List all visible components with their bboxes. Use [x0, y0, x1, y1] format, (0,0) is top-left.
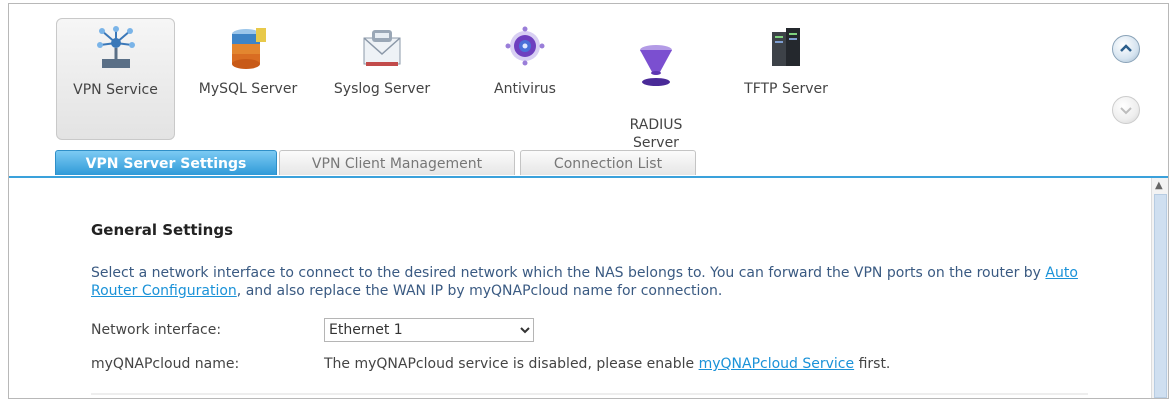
virus-icon [505, 26, 545, 66]
myqnapcloud-row: myQNAPcloud name: The myQNAPcloud service… [91, 356, 890, 372]
tab-connection-list[interactable]: Connection List [520, 150, 696, 175]
myqnapcloud-status-text: The myQNAPcloud service is disabled, ple… [324, 356, 699, 372]
scrollbar-up-arrow-icon[interactable]: ▲ [1155, 180, 1163, 191]
network-interface-select[interactable]: Ethernet 1 [324, 318, 534, 342]
tab-bar: VPN Server Settings VPN Client Managemen… [9, 150, 1168, 178]
network-interface-row: Network interface: [91, 322, 324, 338]
app-label: TFTP Server [744, 81, 828, 97]
desc-text-end: , and also replace the WAN IP by myQNAPc… [236, 283, 723, 299]
network-interface-label: Network interface: [91, 322, 222, 338]
general-settings-description: Select a network interface to connect to… [91, 264, 1081, 300]
app-radius-server[interactable]: RADIUS Server [614, 18, 698, 151]
tab-vpn-client-management[interactable]: VPN Client Management [279, 150, 515, 175]
funnel-icon [640, 45, 672, 86]
app-tftp-server[interactable]: TFTP Server [736, 18, 836, 138]
scroll-up-button[interactable] [1112, 35, 1140, 63]
settings-panel: General Settings Select a network interf… [9, 178, 1168, 398]
server-icon [772, 28, 800, 66]
database-icon [232, 28, 266, 69]
app-mysql-server[interactable]: MySQL Server [184, 18, 312, 138]
divider [91, 393, 1088, 395]
app-window: VPN Service MySQL Server Syslog Server A… [8, 3, 1169, 399]
app-label: RADIUS Server [629, 117, 683, 151]
myqnapcloud-label: myQNAPcloud name: [91, 356, 240, 372]
app-toolbar: VPN Service MySQL Server Syslog Server A… [9, 4, 1168, 178]
app-vpn-service[interactable]: VPN Service [56, 18, 175, 140]
mail-log-icon [363, 30, 401, 66]
app-syslog-server[interactable]: Syslog Server [322, 18, 442, 138]
scrollbar-thumb[interactable] [1154, 194, 1167, 398]
tab-vpn-server-settings[interactable]: VPN Server Settings [55, 150, 277, 175]
section-title: General Settings [91, 221, 234, 239]
app-label: Syslog Server [333, 81, 431, 97]
app-label: MySQL Server [198, 81, 298, 97]
app-antivirus[interactable]: Antivirus [477, 18, 573, 138]
chevron-up-icon [1120, 44, 1132, 52]
scroll-down-button[interactable] [1112, 96, 1140, 124]
network-hub-icon [96, 26, 135, 68]
content-scrollbar[interactable]: ▲ [1151, 178, 1168, 398]
myqnapcloud-service-link[interactable]: myQNAPcloud Service [699, 356, 855, 372]
chevron-down-icon [1120, 107, 1132, 115]
desc-text-start: Select a network interface to connect to… [91, 265, 1046, 281]
app-label: Antivirus [494, 81, 556, 97]
myqnapcloud-status-tail: first. [854, 356, 891, 372]
app-label: VPN Service [73, 82, 158, 98]
